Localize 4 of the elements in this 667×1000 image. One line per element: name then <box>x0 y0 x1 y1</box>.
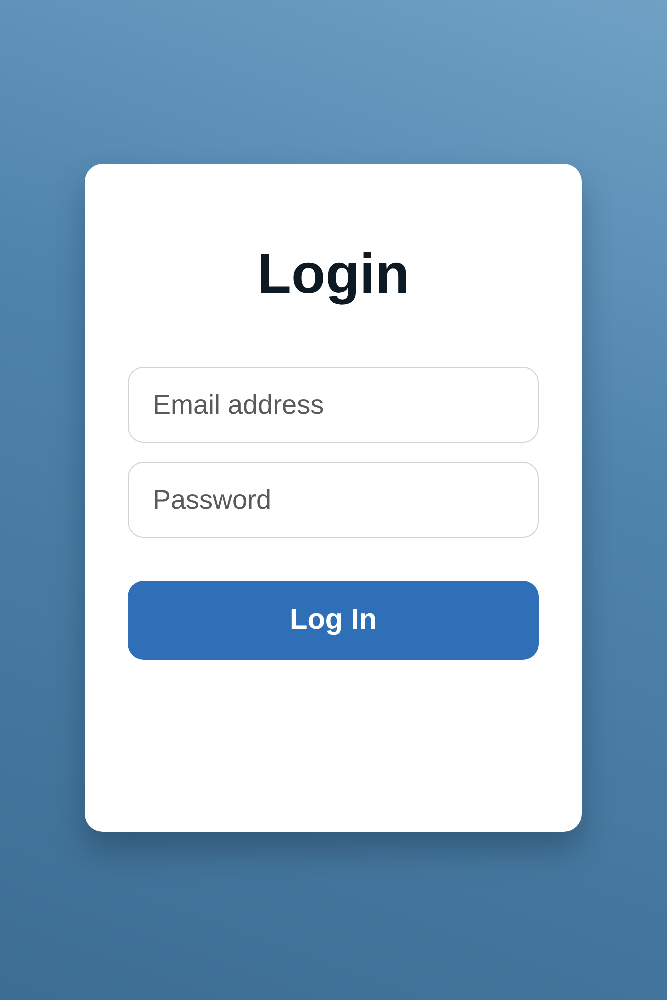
input-field[interactable]: Password <box>128 462 539 538</box>
log-in-button[interactable]: Log In <box>128 581 539 660</box>
input-field[interactable]: Email address <box>128 367 539 443</box>
login-title: Login <box>256 242 411 306</box>
